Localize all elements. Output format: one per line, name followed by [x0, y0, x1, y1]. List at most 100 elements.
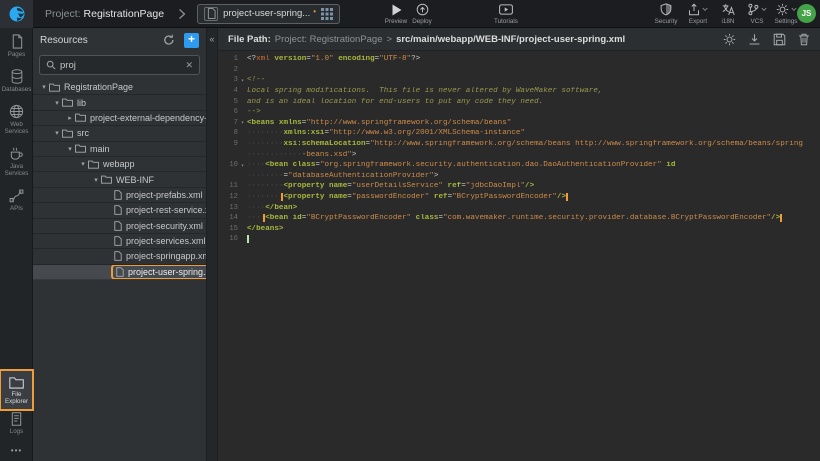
code-line-8: 8········xmlns:xsi="http://www.w3.org/20…: [218, 128, 820, 139]
gear-icon: [776, 3, 789, 16]
annotation-highlight: <property name="passwordEncoder" ref="BC…: [283, 193, 566, 201]
file-icon: [114, 190, 122, 200]
i18n-button[interactable]: i18N: [713, 3, 743, 25]
i18n-label: i18N: [713, 18, 743, 25]
wavemaker-logo[interactable]: [0, 0, 33, 28]
delete-button[interactable]: [798, 33, 810, 46]
file-icon: [116, 267, 124, 277]
tree-item-project-prefabs.xml[interactable]: project-prefabs.xml: [33, 188, 206, 203]
sidebar-item-web-services[interactable]: Web Services: [0, 98, 33, 140]
fold-caret-icon[interactable]: ▾: [238, 119, 247, 126]
file-icon: [114, 251, 122, 261]
sidebar-item-pages[interactable]: Pages: [0, 28, 33, 63]
deploy-button[interactable]: Deploy: [404, 3, 440, 25]
folder-icon: [75, 144, 86, 153]
breadcrumb: Project: RegistrationPage: [45, 8, 164, 20]
code-editor[interactable]: 1<?xml version="1.0" encoding="UTF-8"?>2…: [218, 51, 820, 245]
folder-icon: [88, 160, 99, 169]
folder-icon: [62, 98, 73, 107]
tree-caret-icon[interactable]: ▾: [78, 160, 88, 168]
code-text: <?xml version="1.0" encoding="UTF-8"?>: [247, 55, 820, 63]
file-path-value: src/main/webapp/WEB-INF/project-user-spr…: [396, 34, 625, 45]
code-line-5: 5and is an ideal location for end-users …: [218, 96, 820, 107]
search-icon: [46, 60, 56, 70]
file-actions: [723, 33, 810, 46]
clear-search-icon[interactable]: ✕: [185, 60, 193, 71]
vcs-button[interactable]: VCS: [742, 3, 772, 25]
refresh-icon[interactable]: [163, 34, 175, 46]
globe-icon: [9, 104, 24, 119]
tree-item-project-security.xml[interactable]: project-security.xml: [33, 219, 206, 234]
file-path-separator: >: [387, 34, 393, 45]
tree-item-project-user-spring.xml[interactable]: project-user-spring.xml: [33, 265, 206, 280]
project-name[interactable]: RegistrationPage: [84, 8, 165, 20]
code-text: ············-beans.xsd">: [247, 151, 820, 159]
fold-caret-icon[interactable]: ▾: [238, 77, 247, 84]
text-cursor: [247, 235, 249, 243]
security-button[interactable]: Security: [650, 3, 682, 25]
line-number: 10: [218, 161, 238, 169]
tree-caret-icon[interactable]: ▾: [52, 99, 62, 107]
tree-item-project-springapp.xml[interactable]: project-springapp.xml: [33, 249, 206, 264]
sidebar-item-logs[interactable]: Logs: [0, 406, 33, 440]
code-text: </beans>: [247, 225, 820, 233]
line-number: 16: [218, 235, 238, 243]
shield-icon: [650, 3, 682, 16]
code-text: ····<bean class="org.springframework.sec…: [247, 161, 820, 169]
tree-item-lib[interactable]: ▾lib: [33, 95, 206, 110]
tree-item-src[interactable]: ▾src: [33, 126, 206, 141]
tree-caret-icon[interactable]: ▾: [65, 145, 75, 153]
sidebar-item-databases[interactable]: Databases: [0, 63, 33, 98]
tutorials-button[interactable]: Tutorials: [488, 3, 524, 25]
tree-item-label: webapp: [103, 159, 135, 169]
fold-caret-icon[interactable]: ▾: [238, 162, 247, 169]
wavemaker-logo-icon: [8, 5, 26, 23]
left-nav: Pages Databases Web Services Java Servic…: [0, 28, 33, 461]
tree-item-project-rest-service.xml[interactable]: project-rest-service.xml: [33, 203, 206, 218]
tree-item-project-external-dependency-jars[interactable]: ▸ project-external-dependency-jars: [33, 111, 206, 126]
file-icon: [114, 221, 122, 231]
sidebar-item-java-services[interactable]: Java Services: [0, 140, 33, 182]
code-line-3: 3▾<!--: [218, 75, 820, 86]
export-button[interactable]: Export: [682, 3, 714, 25]
tree-caret-icon[interactable]: ▾: [91, 176, 101, 184]
tree-caret-icon[interactable]: ▸: [65, 114, 75, 122]
sidebar-item-file-explorer[interactable]: File Explorer: [0, 370, 33, 410]
tree-item-webapp[interactable]: ▾ webapp: [33, 157, 206, 172]
save-button[interactable]: [773, 33, 786, 46]
tree-caret-icon[interactable]: ▾: [52, 129, 62, 137]
vcs-label: VCS: [742, 18, 772, 25]
tree-item-label: project-external-dependency-jars: [90, 113, 206, 123]
code-line-11: 11········<property name="userDetailsSer…: [218, 181, 820, 192]
code-line-9: 9········xsi:schemaLocation="http://www.…: [218, 139, 820, 150]
collapse-panel-icon[interactable]: «: [207, 34, 217, 44]
tree-item-WEB-INF[interactable]: ▾WEB-INF: [33, 172, 206, 187]
file-path-bar: File Path: Project: RegistrationPage > s…: [218, 28, 820, 51]
grid-icon[interactable]: [321, 8, 333, 20]
wavemaker-ide: Project: RegistrationPage project-user-s…: [0, 0, 820, 461]
panel-divider[interactable]: «: [207, 28, 218, 461]
user-avatar[interactable]: JS: [797, 4, 816, 23]
search-input[interactable]: [60, 60, 181, 71]
api-icon: [9, 188, 24, 203]
tree-item-project-services.xml[interactable]: project-services.xml: [33, 234, 206, 249]
code-text: [247, 235, 820, 244]
tree-item-label: project-services.xml: [126, 236, 206, 246]
tree-caret-icon[interactable]: ▾: [39, 83, 49, 91]
download-button[interactable]: [748, 33, 761, 46]
open-file-tab[interactable]: project-user-spring... •: [197, 4, 340, 24]
file-tree[interactable]: ▾RegistrationPage▾lib ▸ project-external-d…: [33, 80, 206, 280]
tree-item-main[interactable]: ▾ main: [33, 142, 206, 157]
tree-item-RegistrationPage[interactable]: ▾RegistrationPage: [33, 80, 206, 95]
more-options-icon[interactable]: •••: [0, 446, 33, 455]
tree-item-label: project-security.xml: [126, 221, 203, 231]
add-resource-button[interactable]: +: [184, 33, 199, 48]
sidebar-item-apis[interactable]: APIs: [0, 182, 33, 217]
line-number: 5: [218, 98, 238, 106]
line-number: 15: [218, 225, 238, 233]
code-line-wrap: ········="databaseAuthenticationProvider…: [218, 171, 820, 182]
chevron-down-icon: [702, 7, 708, 12]
file-settings-button[interactable]: [723, 33, 736, 46]
tree-item-label: main: [90, 144, 110, 154]
file-path-label: File Path:: [228, 34, 271, 45]
